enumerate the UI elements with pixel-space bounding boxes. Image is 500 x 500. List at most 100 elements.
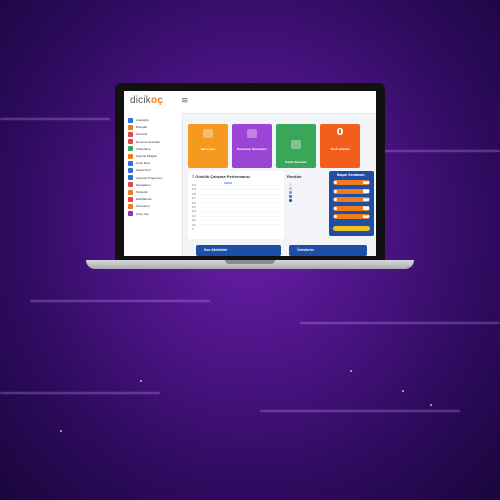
color-key-3 (289, 191, 292, 194)
chart-legend-swatch (224, 182, 232, 184)
rank-value: 1/1 (363, 214, 369, 219)
sidebar-item-label: Canlı Ders (136, 161, 151, 166)
sidebar-item[interactable]: Deneme Sınavları (128, 139, 160, 145)
sidebar-icon (128, 203, 133, 209)
y-tick-label: 0.4 (192, 210, 196, 214)
sidebar-item[interactable]: Kütüphane (128, 146, 151, 152)
colors-panel: Renkler (285, 171, 319, 239)
sidebar-item[interactable]: Sanal Sınıf (128, 167, 151, 173)
y-tick-label: 1.0 (192, 184, 196, 187)
laptop-screen: dicikoç ≡ Anasayfa Branşlar Görevler Deneme… (124, 91, 376, 256)
sidebar-icon (128, 124, 133, 130)
sidebar-icon (128, 131, 133, 137)
colors-title: Renkler (287, 174, 302, 179)
sparkle (350, 370, 352, 372)
card-title: Canlı Dersler (285, 160, 307, 164)
sidebar-icon (128, 196, 133, 202)
card-gorevler[interactable]: Görevler (188, 124, 228, 168)
sidebar-icon (128, 189, 133, 195)
sidebar-item[interactable]: Branşlar (128, 124, 147, 130)
sidebar-item[interactable]: Anasayfa (128, 117, 149, 123)
sidebar-icon (128, 139, 133, 145)
ranking-panel: Başarı Sıralaman 1/1 1/1 1/1 1/1 1/1 (329, 171, 374, 236)
sidebar-item[interactable]: Mesajlarım (128, 182, 151, 188)
y-tick-label: 0.3 (192, 214, 196, 218)
sidebar-item-label: Ödevlerim (136, 204, 150, 209)
light-streak (0, 392, 160, 394)
hamburger-menu-icon[interactable]: ≡ (181, 96, 189, 106)
y-tick-label: 0.7 (192, 197, 196, 201)
sidebar-item-label: Görevler (136, 132, 148, 137)
y-tick-label: 0 (192, 228, 194, 231)
color-key-5 (289, 199, 292, 202)
logo-text: dicik (130, 95, 152, 106)
logo-accent: oç (151, 95, 164, 106)
card-title: Görevler (200, 147, 216, 151)
y-tick-label: 0.5 (192, 206, 196, 209)
sidebar-item[interactable]: Testlerim (128, 189, 148, 195)
sidebar-item[interactable]: Kaynak Kitaplar (128, 153, 157, 159)
top-bar: dicikoç ≡ (124, 91, 376, 114)
sidebar-item-label: Deneme Sınavları (136, 139, 161, 144)
sparkle (140, 380, 142, 382)
ranking-row: 1/1 (333, 180, 370, 185)
rank-dot (334, 189, 337, 193)
ranking-title: Başarı Sıralaman (337, 173, 365, 177)
sidebar-item[interactable]: Çıkış Yap (128, 211, 149, 217)
sidebar-item[interactable]: Çalışma Programım (128, 175, 163, 181)
laptop-notch (225, 260, 275, 264)
sidebar-item-label: Sanal Sınıf (136, 168, 151, 173)
sparkle (402, 390, 404, 392)
sidebar-item-label: Çıkış Yap (136, 211, 149, 216)
ranking-row: 1/1 (333, 188, 370, 194)
sidebar-item-label: Kaynak Kitaplar (136, 154, 158, 158)
sidebar-item-label: Mesajlarım (136, 182, 151, 187)
sparkle (430, 404, 432, 406)
sidebar-item-label: Branşlar (136, 125, 148, 130)
sidebar-item[interactable]: Ödevlerim (128, 203, 150, 209)
card-title: Test Çözüm (330, 147, 350, 151)
sidebar-item[interactable]: Etkinliklerim (128, 196, 152, 202)
y-tick-label: 0.1 (192, 223, 196, 227)
sidebar-item-label: Etkinliklerim (136, 197, 153, 202)
rank-value: 1/1 (363, 206, 369, 210)
sidebar-icon (128, 211, 133, 217)
card-canli-dersler[interactable]: Canlı Dersler (276, 124, 316, 168)
y-tick-label: 0.8 (192, 192, 196, 196)
laptop-frame: dicikoç ≡ Anasayfa Branşlar Görevler Deneme… (115, 83, 385, 260)
sidebar: Anasayfa Branşlar Görevler Deneme Sınavları… (124, 113, 183, 256)
sidebar-icon (128, 182, 133, 188)
y-tick-label: 0.2 (192, 219, 196, 223)
rank-value: 1/1 (363, 189, 369, 193)
color-key-4 (289, 195, 292, 198)
sidebar-item-label: Anasayfa (136, 118, 149, 122)
sidebar-icon (128, 153, 133, 159)
y-tick-label: 0.9 (192, 188, 196, 192)
sidebar-item[interactable]: Canlı Ders (128, 160, 150, 166)
activities-panel: Son Aktiviteler (196, 245, 281, 256)
light-streak (0, 118, 110, 120)
sidebar-item[interactable]: Görevler (128, 131, 148, 137)
card-test-cozum[interactable]: 0 Test Çözüm (320, 124, 360, 168)
logo[interactable]: dicikoç (130, 95, 163, 106)
homework-title: Ödevlerim (297, 248, 314, 252)
y-tick-label: 0.6 (192, 201, 196, 205)
color-key-2 (289, 187, 292, 190)
clipboard-icon (203, 129, 213, 138)
light-streak (260, 410, 460, 412)
homework-panel: Ödevlerim (289, 245, 367, 256)
card-deneme-sinavlari[interactable]: Deneme Sınavları (232, 124, 272, 168)
rank-value: 1/1 (363, 180, 369, 185)
card-value: 0 (336, 127, 344, 138)
rank-dot (334, 181, 337, 184)
video-icon (291, 140, 301, 149)
ranking-row: 1/1 (333, 205, 370, 211)
ranking-row: 1/1 (333, 197, 370, 202)
light-streak (300, 322, 500, 324)
rank-value: 1/1 (363, 197, 369, 202)
ranking-footer[interactable] (333, 226, 370, 231)
activities-title: Son Aktiviteler (204, 248, 228, 252)
performance-panel: 7 Günlük Çalışma Performansı 1.0 0.9 0.8 0.… (188, 171, 284, 239)
ranking-row: 1/1 (333, 214, 370, 219)
chart-grid (200, 185, 280, 229)
